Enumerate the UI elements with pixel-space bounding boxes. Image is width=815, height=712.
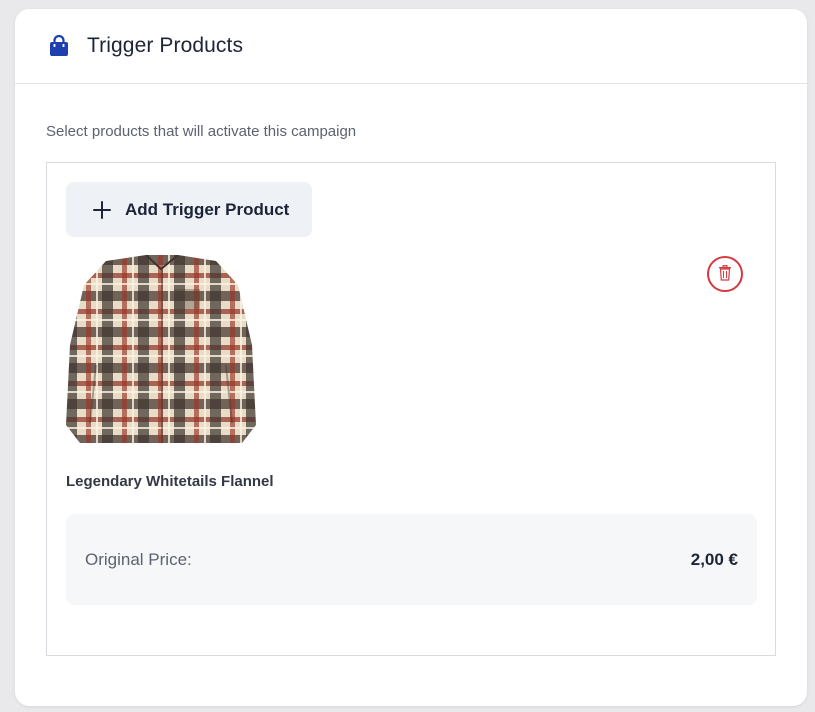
remove-product-button[interactable] bbox=[707, 256, 743, 292]
trigger-products-panel: Add Trigger Product Legendary Whitetails… bbox=[46, 162, 776, 656]
section-description: Select products that will activate this … bbox=[46, 123, 357, 140]
price-summary: Original Price: 2,00 € bbox=[66, 514, 757, 605]
product-name: Legendary Whitetails Flannel bbox=[66, 473, 274, 490]
add-trigger-product-label: Add Trigger Product bbox=[125, 199, 290, 219]
card-header: Trigger Products bbox=[15, 9, 807, 84]
trigger-products-card: Trigger Products Select products that wi… bbox=[15, 9, 807, 706]
card-title: Trigger Products bbox=[87, 34, 244, 57]
add-trigger-product-button[interactable]: Add Trigger Product bbox=[66, 182, 312, 237]
original-price-value: 2,00 € bbox=[690, 549, 738, 569]
original-price-label: Original Price: bbox=[85, 549, 192, 569]
shopping-bag-icon bbox=[47, 34, 71, 58]
product-image bbox=[66, 254, 256, 443]
trash-icon bbox=[718, 264, 732, 284]
plus-icon bbox=[93, 200, 111, 219]
